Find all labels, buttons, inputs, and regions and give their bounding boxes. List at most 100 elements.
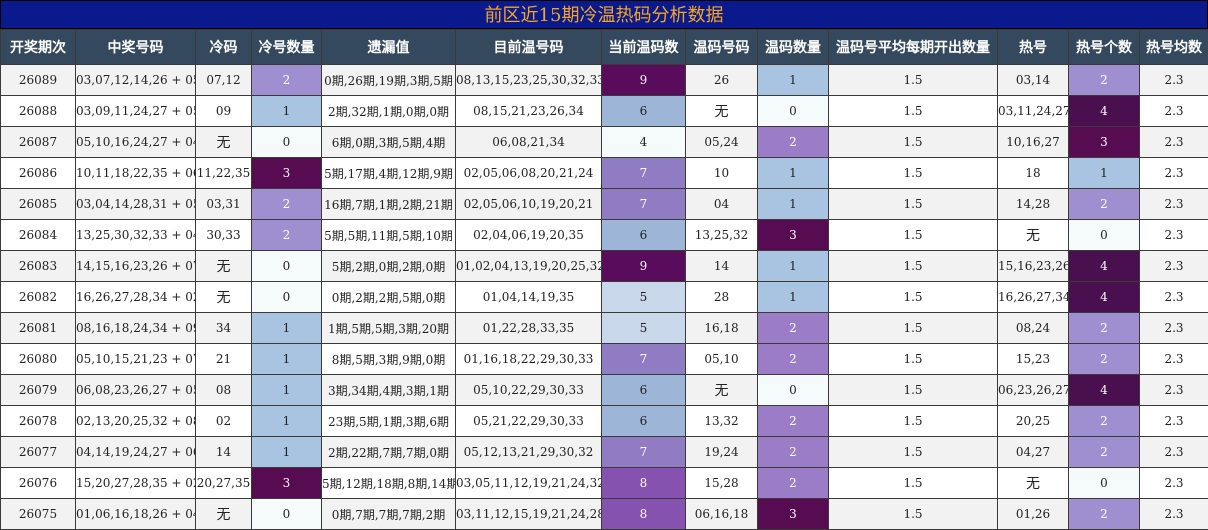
cell-warm-nums: 10: [685, 157, 758, 189]
table-row: 2608108,16,18,24,34 + 09,123411期,5期,5期,3…: [0, 312, 1208, 344]
cell-warm-avg: 1.5: [828, 250, 998, 282]
cell-current-warm: 05,21,22,29,30,33: [455, 405, 602, 437]
table-row: 2607802,13,20,25,32 + 08,1102123期,5期,1期,…: [0, 405, 1208, 437]
cell-hot-avg: 2.3: [1139, 126, 1208, 158]
cell-hot-avg: 2.3: [1139, 467, 1208, 499]
cell-warm-avg: 1.5: [828, 64, 998, 96]
cell-hot-avg: 2.3: [1139, 157, 1208, 189]
cell-period: 26076: [0, 467, 76, 499]
cell-hot-count: 4: [1068, 281, 1140, 313]
cell-hot: 无: [997, 467, 1069, 499]
cell-hot-count: 4: [1068, 374, 1140, 406]
cell-cold: 无: [195, 281, 252, 313]
cell-current-warm: 06,08,21,34: [455, 126, 602, 158]
cell-numbers: 01,06,16,18,26 + 04,10: [75, 498, 196, 530]
header-warm-avg: 温码号平均每期开出数量: [828, 29, 998, 65]
cell-current-warm: 08,15,21,23,26,34: [455, 95, 602, 127]
cell-hot-count: 2: [1068, 405, 1140, 437]
analysis-table: 开奖期次 中奖号码 冷码 冷号数量 遗漏值 目前温号码 当前温码数 温码号码 温…: [0, 29, 1208, 530]
cell-warm-avg: 1.5: [828, 343, 998, 375]
cell-missing: 2期,32期,1期,0期,0期: [321, 95, 456, 127]
cell-period: 26088: [0, 95, 76, 127]
cell-hot: 无: [997, 219, 1069, 251]
cell-hot-avg: 2.3: [1139, 436, 1208, 468]
cell-hot-avg: 2.3: [1139, 343, 1208, 375]
table-row: 2608413,25,30,32,33 + 04,0530,3325期,5期,1…: [0, 219, 1208, 251]
cell-cold: 02: [195, 405, 252, 437]
cell-cold: 30,33: [195, 219, 252, 251]
cell-cold: 无: [195, 126, 252, 158]
cell-current-warm: 01,16,18,22,29,30,33: [455, 343, 602, 375]
cell-warm-count: 3: [757, 219, 829, 251]
cell-cold: 21: [195, 343, 252, 375]
cell-cold-count: 2: [251, 219, 322, 251]
cell-cold-count: 1: [251, 343, 322, 375]
cell-hot-count: 2: [1068, 188, 1140, 220]
cell-period: 26077: [0, 436, 76, 468]
cell-cold-count: 1: [251, 374, 322, 406]
cell-cold-count: 3: [251, 467, 322, 499]
analysis-panel: 前区近15期冷温热码分析数据 开奖期次 中奖号码 冷码 冷号数量 遗漏值 目前温…: [0, 0, 1208, 530]
header-hot: 热号: [997, 29, 1069, 65]
header-hot-avg: 热号均数: [1139, 29, 1208, 65]
cell-hot: 03,14: [997, 64, 1069, 96]
cell-warm-total: 6: [601, 405, 686, 437]
cell-period: 26083: [0, 250, 76, 282]
cell-missing: 3期,34期,4期,3期,1期: [321, 374, 456, 406]
cell-current-warm: 05,10,22,29,30,33: [455, 374, 602, 406]
cell-cold: 11,22,35: [195, 157, 252, 189]
cell-cold-count: 1: [251, 405, 322, 437]
cell-current-warm: 01,22,28,33,35: [455, 312, 602, 344]
cell-warm-count: 3: [757, 498, 829, 530]
cell-numbers: 10,11,18,22,35 + 06,12: [75, 157, 196, 189]
cell-hot: 18: [997, 157, 1069, 189]
cell-warm-nums: 06,16,18: [685, 498, 758, 530]
cell-hot: 15,23: [997, 343, 1069, 375]
cell-missing: 5期,2期,0期,2期,0期: [321, 250, 456, 282]
table-row: 2608216,26,27,28,34 + 02,06无00期,2期,2期,5期…: [0, 281, 1208, 313]
cell-hot: 04,27: [997, 436, 1069, 468]
cell-warm-avg: 1.5: [828, 436, 998, 468]
cell-numbers: 02,13,20,25,32 + 08,11: [75, 405, 196, 437]
cell-warm-total: 9: [601, 64, 686, 96]
cell-period: 26084: [0, 219, 76, 251]
cell-period: 26081: [0, 312, 76, 344]
cell-hot-count: 4: [1068, 95, 1140, 127]
cell-period: 26086: [0, 157, 76, 189]
cell-current-warm: 02,04,06,19,20,35: [455, 219, 602, 251]
cell-warm-nums: 无: [685, 95, 758, 127]
cell-warm-count: 1: [757, 250, 829, 282]
cell-warm-total: 8: [601, 498, 686, 530]
table-row: 2608705,10,16,24,27 + 04,10无06期,0期,3期,5期…: [0, 126, 1208, 158]
cell-missing: 5期,12期,18期,8期,14期: [321, 467, 456, 499]
cell-cold-count: 2: [251, 188, 322, 220]
cell-cold-count: 3: [251, 157, 322, 189]
cell-missing: 23期,5期,1期,3期,6期: [321, 405, 456, 437]
cell-warm-nums: 28: [685, 281, 758, 313]
header-current-warm: 目前温号码: [455, 29, 602, 65]
cell-warm-nums: 19,24: [685, 436, 758, 468]
cell-warm-total: 7: [601, 157, 686, 189]
cell-cold: 08: [195, 374, 252, 406]
header-cold-count: 冷号数量: [251, 29, 322, 65]
cell-warm-total: 4: [601, 126, 686, 158]
cell-period: 26078: [0, 405, 76, 437]
cell-hot-count: 4: [1068, 250, 1140, 282]
cell-warm-avg: 1.5: [828, 126, 998, 158]
cell-current-warm: 02,05,06,08,20,21,24: [455, 157, 602, 189]
table-header-row: 开奖期次 中奖号码 冷码 冷号数量 遗漏值 目前温号码 当前温码数 温码号码 温…: [0, 29, 1208, 65]
cell-period: 26075: [0, 498, 76, 530]
cell-hot: 08,24: [997, 312, 1069, 344]
cell-warm-count: 0: [757, 374, 829, 406]
cell-warm-nums: 16,18: [685, 312, 758, 344]
cell-warm-total: 5: [601, 312, 686, 344]
cell-hot: 14,28: [997, 188, 1069, 220]
cell-hot-avg: 2.3: [1139, 281, 1208, 313]
cell-current-warm: 05,12,13,21,29,30,32: [455, 436, 602, 468]
table-row: 2607906,08,23,26,27 + 05,120813期,34期,4期,…: [0, 374, 1208, 406]
table-row: 2608005,10,15,21,23 + 07,082118期,5期,3期,9…: [0, 343, 1208, 375]
table-row: 2608610,11,18,22,35 + 06,1211,22,3535期,1…: [0, 157, 1208, 189]
cell-warm-nums: 无: [685, 374, 758, 406]
cell-period: 26082: [0, 281, 76, 313]
cell-warm-count: 2: [757, 467, 829, 499]
